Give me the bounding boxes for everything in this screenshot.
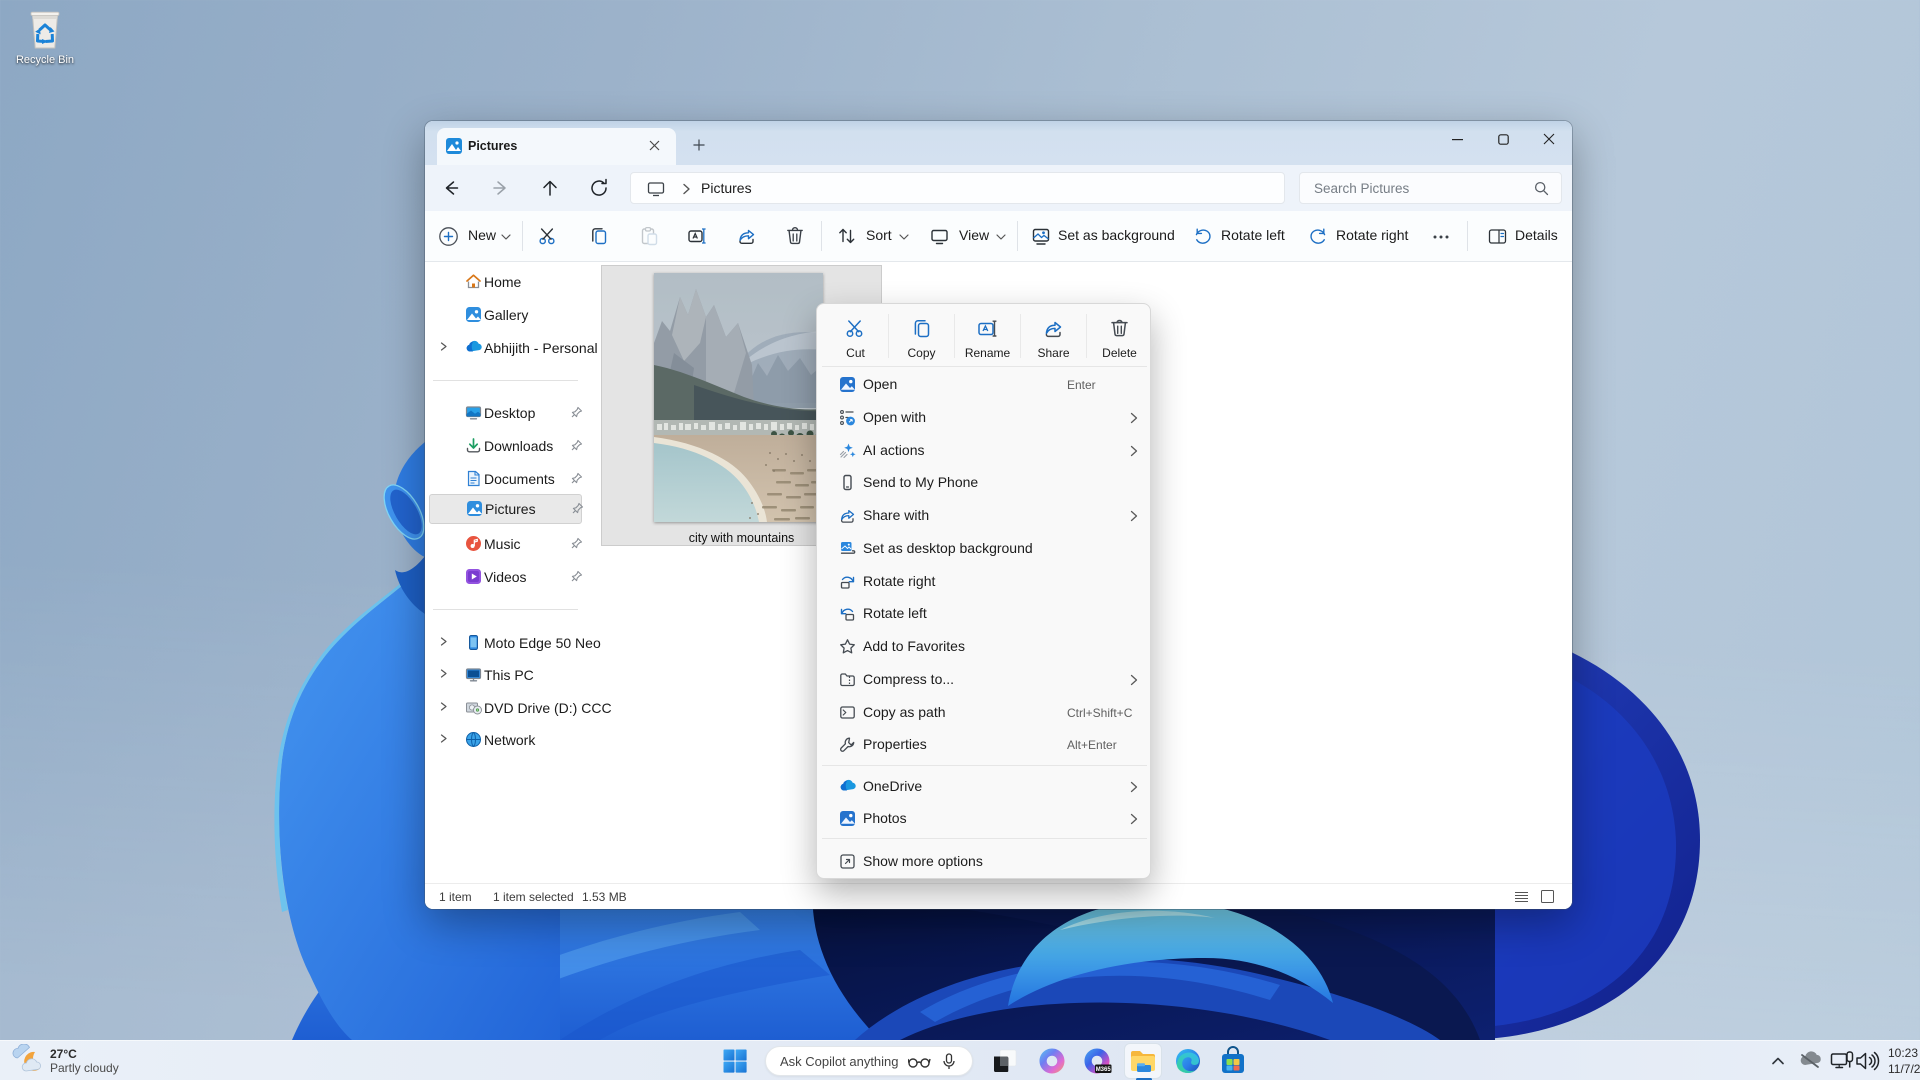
svg-text:M365: M365 xyxy=(1096,1067,1112,1073)
